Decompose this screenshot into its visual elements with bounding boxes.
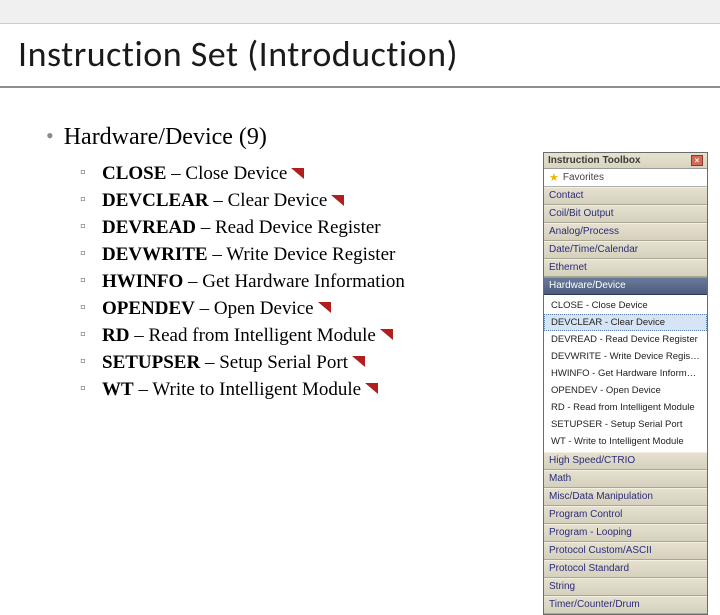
command-desc: – Close Device — [166, 163, 287, 184]
toolbox-category[interactable]: Program - Looping — [544, 524, 707, 542]
command-name: SETUPSER — [102, 352, 200, 373]
page-title: Instruction Set (Introduction) — [18, 32, 702, 76]
toolbox-category[interactable]: Analog/Process — [544, 223, 707, 241]
command-desc: – Get Hardware Information — [183, 271, 405, 292]
bullet-dot-icon: • — [46, 125, 54, 147]
toolbox-favorites-label: Favorites — [563, 172, 604, 183]
toolbox-item[interactable]: OPENDEV - Open Device — [544, 382, 707, 399]
command-name: HWINFO — [102, 271, 183, 292]
toolbox-item[interactable]: DEVREAD - Read Device Register — [544, 331, 707, 348]
toolbox-category[interactable]: Misc/Data Manipulation — [544, 488, 707, 506]
flag-icon — [352, 356, 366, 368]
toolbox-category[interactable]: High Speed/CTRIO — [544, 452, 707, 470]
toolbox-category[interactable]: String — [544, 578, 707, 596]
command-name: CLOSE — [102, 163, 166, 184]
command-name: RD — [102, 325, 129, 346]
toolbox-category[interactable]: Math — [544, 470, 707, 488]
command-name: DEVCLEAR — [102, 190, 209, 211]
instruction-toolbox-panel: Instruction Toolbox × ★ Favorites Contac… — [543, 152, 708, 615]
command-desc: – Read Device Register — [196, 217, 381, 238]
title-container: Instruction Set (Introduction) — [0, 24, 720, 88]
command-name: OPENDEV — [102, 298, 195, 319]
command-name: WT — [102, 379, 134, 400]
section-row: • Hardware/Device (9) — [46, 124, 720, 151]
toolbox-category[interactable]: Contact — [544, 187, 707, 205]
star-icon: ★ — [549, 171, 559, 184]
close-icon[interactable]: × — [691, 155, 703, 166]
flag-icon — [365, 383, 379, 395]
toolbox-item[interactable]: CLOSE - Close Device — [544, 297, 707, 314]
flag-icon — [291, 168, 305, 180]
slide-top-bar — [0, 0, 720, 24]
command-desc: – Setup Serial Port — [200, 352, 348, 373]
toolbox-titlebar: Instruction Toolbox × — [544, 153, 707, 169]
toolbox-category[interactable]: Ethernet — [544, 259, 707, 277]
toolbox-title-text: Instruction Toolbox — [548, 155, 641, 166]
toolbox-item[interactable]: RD - Read from Intelligent Module — [544, 399, 707, 416]
command-desc: – Read from Intelligent Module — [129, 325, 375, 346]
flag-icon — [331, 195, 345, 207]
command-desc: – Write to Intelligent Module — [134, 379, 361, 400]
toolbox-active-items: CLOSE - Close DeviceDEVCLEAR - Clear Dev… — [544, 295, 707, 452]
flag-icon — [380, 329, 394, 341]
toolbox-favorites-row[interactable]: ★ Favorites — [544, 169, 707, 187]
toolbox-item[interactable]: SETUPSER - Setup Serial Port — [544, 416, 707, 433]
flag-icon — [318, 302, 332, 314]
command-desc: – Clear Device — [209, 190, 328, 211]
section-heading: Hardware/Device (9) — [64, 124, 267, 151]
toolbox-category-active[interactable]: Hardware/Device — [544, 277, 707, 295]
command-name: DEVWRITE — [102, 244, 208, 265]
toolbox-categories-bottom: High Speed/CTRIOMathMisc/Data Manipulati… — [544, 452, 707, 614]
toolbox-category[interactable]: Date/Time/Calendar — [544, 241, 707, 259]
toolbox-item[interactable]: HWINFO - Get Hardware Information — [544, 365, 707, 382]
toolbox-category[interactable]: Program Control — [544, 506, 707, 524]
toolbox-categories-top: ContactCoil/Bit OutputAnalog/ProcessDate… — [544, 187, 707, 277]
toolbox-item[interactable]: DEVCLEAR - Clear Device — [544, 314, 707, 331]
command-desc: – Write Device Register — [208, 244, 396, 265]
toolbox-category[interactable]: Protocol Custom/ASCII — [544, 542, 707, 560]
command-name: DEVREAD — [102, 217, 196, 238]
command-desc: – Open Device — [195, 298, 314, 319]
toolbox-item[interactable]: WT - Write to Intelligent Module — [544, 433, 707, 450]
toolbox-category[interactable]: Coil/Bit Output — [544, 205, 707, 223]
toolbox-item[interactable]: DEVWRITE - Write Device Register — [544, 348, 707, 365]
toolbox-category[interactable]: Timer/Counter/Drum — [544, 596, 707, 614]
toolbox-category[interactable]: Protocol Standard — [544, 560, 707, 578]
